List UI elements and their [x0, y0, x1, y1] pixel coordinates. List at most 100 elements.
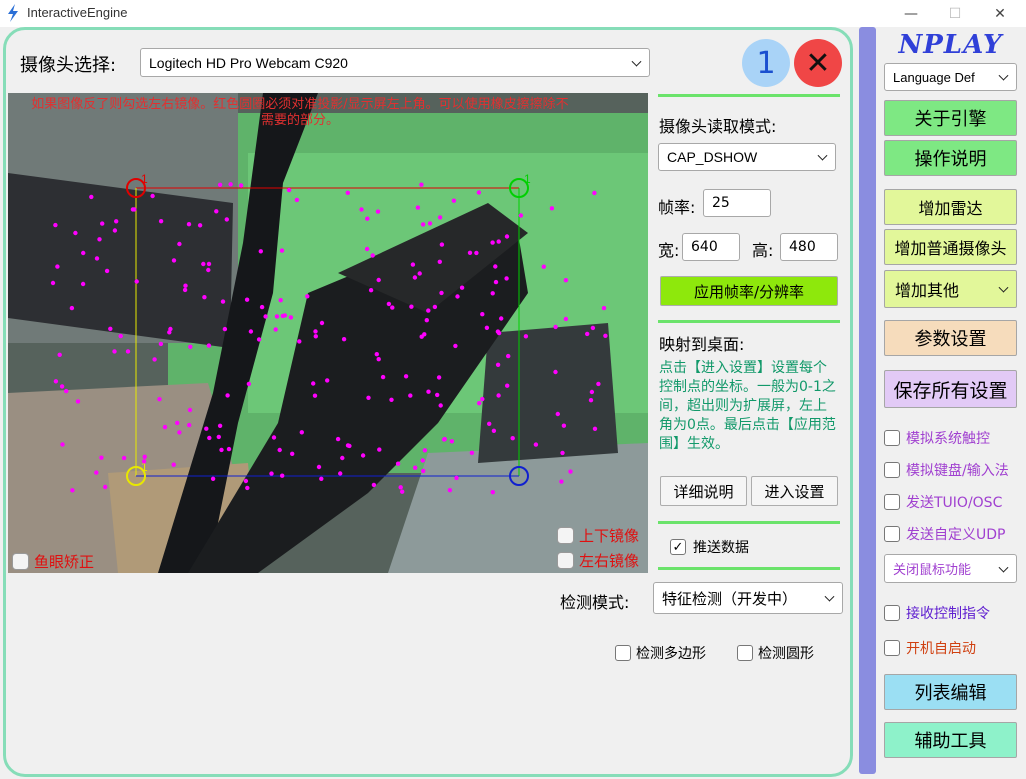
feature-point: [377, 447, 382, 452]
add-radar-button[interactable]: 增加雷达: [884, 189, 1017, 225]
fps-input[interactable]: 25: [703, 189, 771, 217]
list-edit-button[interactable]: 列表编辑: [884, 674, 1017, 710]
capture-mode-value: CAP_DSHOW: [667, 149, 758, 165]
sim-keyboard-toggle[interactable]: 模拟键盘/输入法: [884, 460, 1009, 480]
sim-touch-toggle[interactable]: 模拟系统触控: [884, 428, 990, 448]
close-window-button[interactable]: ✕: [977, 0, 1023, 27]
feature-point: [490, 490, 495, 495]
camera-select[interactable]: Logitech HD Pro Webcam C920: [140, 48, 650, 77]
sim-touch-checkbox[interactable]: [884, 430, 900, 446]
feature-point: [279, 248, 285, 253]
autostart-checkbox[interactable]: [884, 640, 900, 656]
detection-mode-value: 特征检测（开发中）: [662, 589, 798, 608]
feature-point: [222, 326, 228, 332]
flip-vertical-checkbox[interactable]: [557, 527, 574, 544]
maximize-button[interactable]: ☐: [932, 0, 978, 27]
push-data-checkbox[interactable]: ✓: [670, 539, 686, 555]
push-data-label: 推送数据: [693, 540, 749, 556]
minimize-button[interactable]: —: [888, 0, 934, 27]
feature-point: [533, 442, 539, 447]
feature-point: [467, 250, 473, 255]
height-input[interactable]: 480: [780, 233, 838, 261]
window-title: InteractiveEngine: [27, 5, 128, 20]
params-button[interactable]: 参数设置: [884, 320, 1017, 356]
capture-mode-select[interactable]: CAP_DSHOW: [658, 143, 836, 171]
receive-cmd-checkbox[interactable]: [884, 605, 900, 621]
feature-point: [419, 334, 424, 339]
mapping-description: 点击【进入设置】设置每个控制点的坐标。一般为0-1之间，超出则为扩展屏，左上角为…: [659, 360, 836, 452]
detect-polygon-toggle[interactable]: 检测多边形: [615, 643, 706, 663]
language-select[interactable]: Language Def: [884, 63, 1017, 91]
feature-point: [451, 198, 457, 203]
feature-point: [438, 403, 443, 408]
feature-point: [561, 423, 567, 428]
tools-button[interactable]: 辅助工具: [884, 722, 1017, 758]
feature-point: [505, 383, 510, 388]
camera-select-label: 摄像头选择:: [20, 55, 117, 76]
detect-circle-checkbox[interactable]: [737, 645, 753, 661]
width-input[interactable]: 640: [682, 233, 740, 261]
feature-point: [206, 267, 211, 273]
send-udp-toggle[interactable]: 发送自定义UDP: [884, 524, 1005, 544]
flip-vertical-label: 上下镜像: [579, 527, 640, 545]
send-tuio-checkbox[interactable]: [884, 494, 900, 510]
flip-horizontal-checkbox[interactable]: [557, 552, 574, 569]
detect-circle-toggle[interactable]: 检测圆形: [737, 643, 814, 663]
receive-cmd-toggle[interactable]: 接收控制指令: [884, 603, 990, 623]
feature-point: [454, 475, 459, 481]
feature-point: [244, 297, 250, 302]
feature-point: [563, 278, 569, 283]
camera-select-value: Logitech HD Pro Webcam C920: [149, 54, 348, 71]
corner-label-green: 1: [524, 172, 531, 186]
autostart-toggle[interactable]: 开机自启动: [884, 638, 976, 658]
feature-point: [219, 447, 224, 453]
enter-settings-button[interactable]: 进入设置: [751, 476, 838, 506]
feature-point: [216, 434, 221, 440]
separator: [658, 567, 840, 570]
panel-divider[interactable]: [859, 27, 876, 774]
title-bar: InteractiveEngine — ☐ ✕: [0, 0, 1026, 27]
save-all-button[interactable]: 保存所有设置: [884, 370, 1017, 408]
feature-point: [345, 190, 350, 195]
feature-point: [601, 305, 607, 311]
preview-instruction: 如果图像反了则勾选左右镜像。红色圆圈必须对准投影/显示屏左上角。可以使用橡皮擦擦…: [31, 97, 569, 128]
sim-keyboard-checkbox[interactable]: [884, 462, 900, 478]
feature-point: [469, 450, 475, 455]
feature-point: [442, 436, 447, 442]
feature-point: [286, 187, 292, 193]
language-value: Language Def: [893, 69, 975, 85]
feature-point: [435, 392, 440, 398]
flip-horizontal-toggle[interactable]: 左右镜像: [557, 550, 639, 571]
flip-horizontal-label: 左右镜像: [579, 552, 640, 570]
mouse-function-select[interactable]: 关闭鼠标功能: [884, 554, 1017, 583]
feature-point: [305, 294, 310, 299]
fisheye-checkbox[interactable]: [12, 553, 29, 570]
send-udp-checkbox[interactable]: [884, 526, 900, 542]
push-data-toggle[interactable]: ✓ 推送数据: [670, 537, 749, 557]
feature-point: [224, 217, 229, 222]
remove-camera-button[interactable]: ✕: [794, 39, 842, 87]
detect-polygon-checkbox[interactable]: [615, 645, 631, 661]
fisheye-toggle[interactable]: 鱼眼矫正: [12, 551, 94, 572]
detection-mode-select[interactable]: 特征检测（开发中）: [653, 582, 843, 614]
feature-point: [398, 485, 403, 490]
feature-point: [282, 313, 288, 318]
feature-point: [371, 482, 377, 488]
send-tuio-toggle[interactable]: 发送TUIO/OSC: [884, 492, 1002, 512]
feature-point: [53, 379, 59, 384]
feature-point: [121, 455, 127, 461]
feature-point: [214, 209, 219, 214]
detail-button[interactable]: 详细说明: [660, 476, 747, 506]
apply-resolution-button[interactable]: 应用帧率/分辨率: [660, 276, 838, 306]
camera-preview[interactable]: 1 1 1: [8, 93, 648, 573]
about-button[interactable]: 关于引擎: [884, 100, 1017, 136]
feature-point: [319, 476, 324, 481]
close-icon: ✕: [805, 45, 831, 81]
feature-point: [410, 262, 416, 267]
guide-button[interactable]: 操作说明: [884, 140, 1017, 176]
feature-point: [75, 399, 81, 404]
add-other-select[interactable]: 增加其他: [884, 270, 1017, 308]
add-camera-button[interactable]: 增加普通摄像头: [884, 229, 1017, 265]
feature-point: [280, 473, 285, 478]
flip-vertical-toggle[interactable]: 上下镜像: [557, 525, 639, 546]
